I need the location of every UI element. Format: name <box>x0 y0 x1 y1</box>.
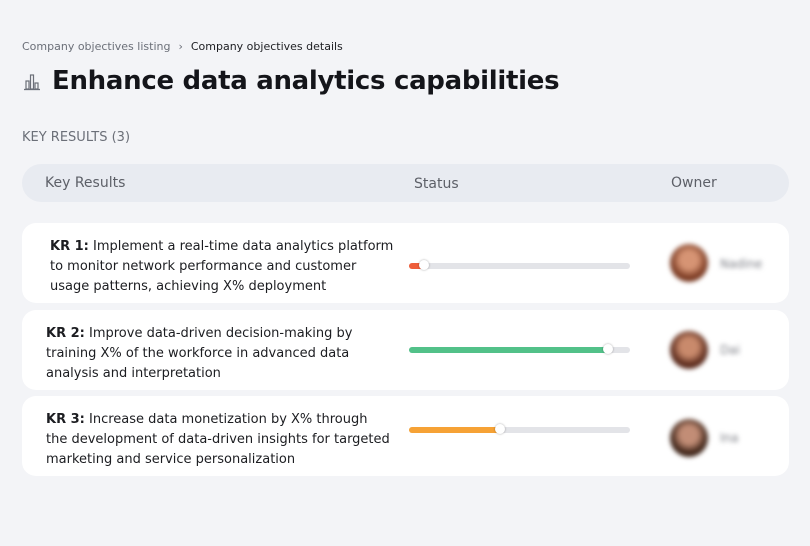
progress-bar <box>409 260 630 270</box>
progress-bar-knob[interactable] <box>419 260 430 270</box>
column-header-owner: Owner <box>671 175 717 191</box>
title-row: Enhance data analytics capabilities <box>22 66 560 96</box>
breadcrumb-current: Company objectives details <box>190 40 343 53</box>
column-header-status: Status <box>414 176 459 192</box>
progress-bar <box>409 344 630 354</box>
key-result-row[interactable]: KR 2: Improve data-driven decision-makin… <box>22 310 789 390</box>
key-results-count-label: KEY RESULTS (3) <box>22 130 131 145</box>
owner-name: Ina <box>720 431 739 445</box>
page-title: Enhance data analytics capabilities <box>52 66 560 96</box>
key-result-description: KR 2: Improve data-driven decision-makin… <box>46 324 391 384</box>
owner-name: Dai <box>720 343 740 357</box>
key-result-description: KR 3: Increase data monetization by X% t… <box>46 410 391 470</box>
breadcrumb-chevron-icon: › <box>178 40 183 53</box>
key-result-description: KR 1: Implement a real-time data analyti… <box>50 237 395 297</box>
column-header-key-results: Key Results <box>45 175 126 191</box>
key-result-id: KR 2: <box>46 326 85 341</box>
breadcrumb-parent-link[interactable]: Company objectives listing <box>22 40 170 53</box>
key-result-row[interactable]: KR 3: Increase data monetization by X% t… <box>22 396 789 476</box>
key-result-text: Improve data-driven decision-making by t… <box>46 326 353 381</box>
key-result-row[interactable]: KR 1: Implement a real-time data analyti… <box>22 223 789 303</box>
avatar <box>670 331 708 369</box>
key-result-id: KR 1: <box>50 239 89 254</box>
avatar <box>670 244 708 282</box>
bar-chart-icon <box>22 71 42 91</box>
key-result-id: KR 3: <box>46 412 85 427</box>
key-result-text: Increase data monetization by X% through… <box>46 412 390 467</box>
key-result-text: Implement a real-time data analytics pla… <box>50 239 394 294</box>
progress-bar <box>409 424 630 434</box>
avatar <box>670 419 708 457</box>
table-header: Key Results Status Owner <box>22 164 789 202</box>
progress-bar-knob[interactable] <box>602 344 613 354</box>
progress-bar-fill <box>409 427 500 433</box>
progress-bar-knob[interactable] <box>494 424 505 434</box>
progress-bar-fill <box>409 347 608 353</box>
owner-name: Nadine <box>720 257 763 271</box>
breadcrumb: Company objectives listing › Company obj… <box>22 40 343 53</box>
